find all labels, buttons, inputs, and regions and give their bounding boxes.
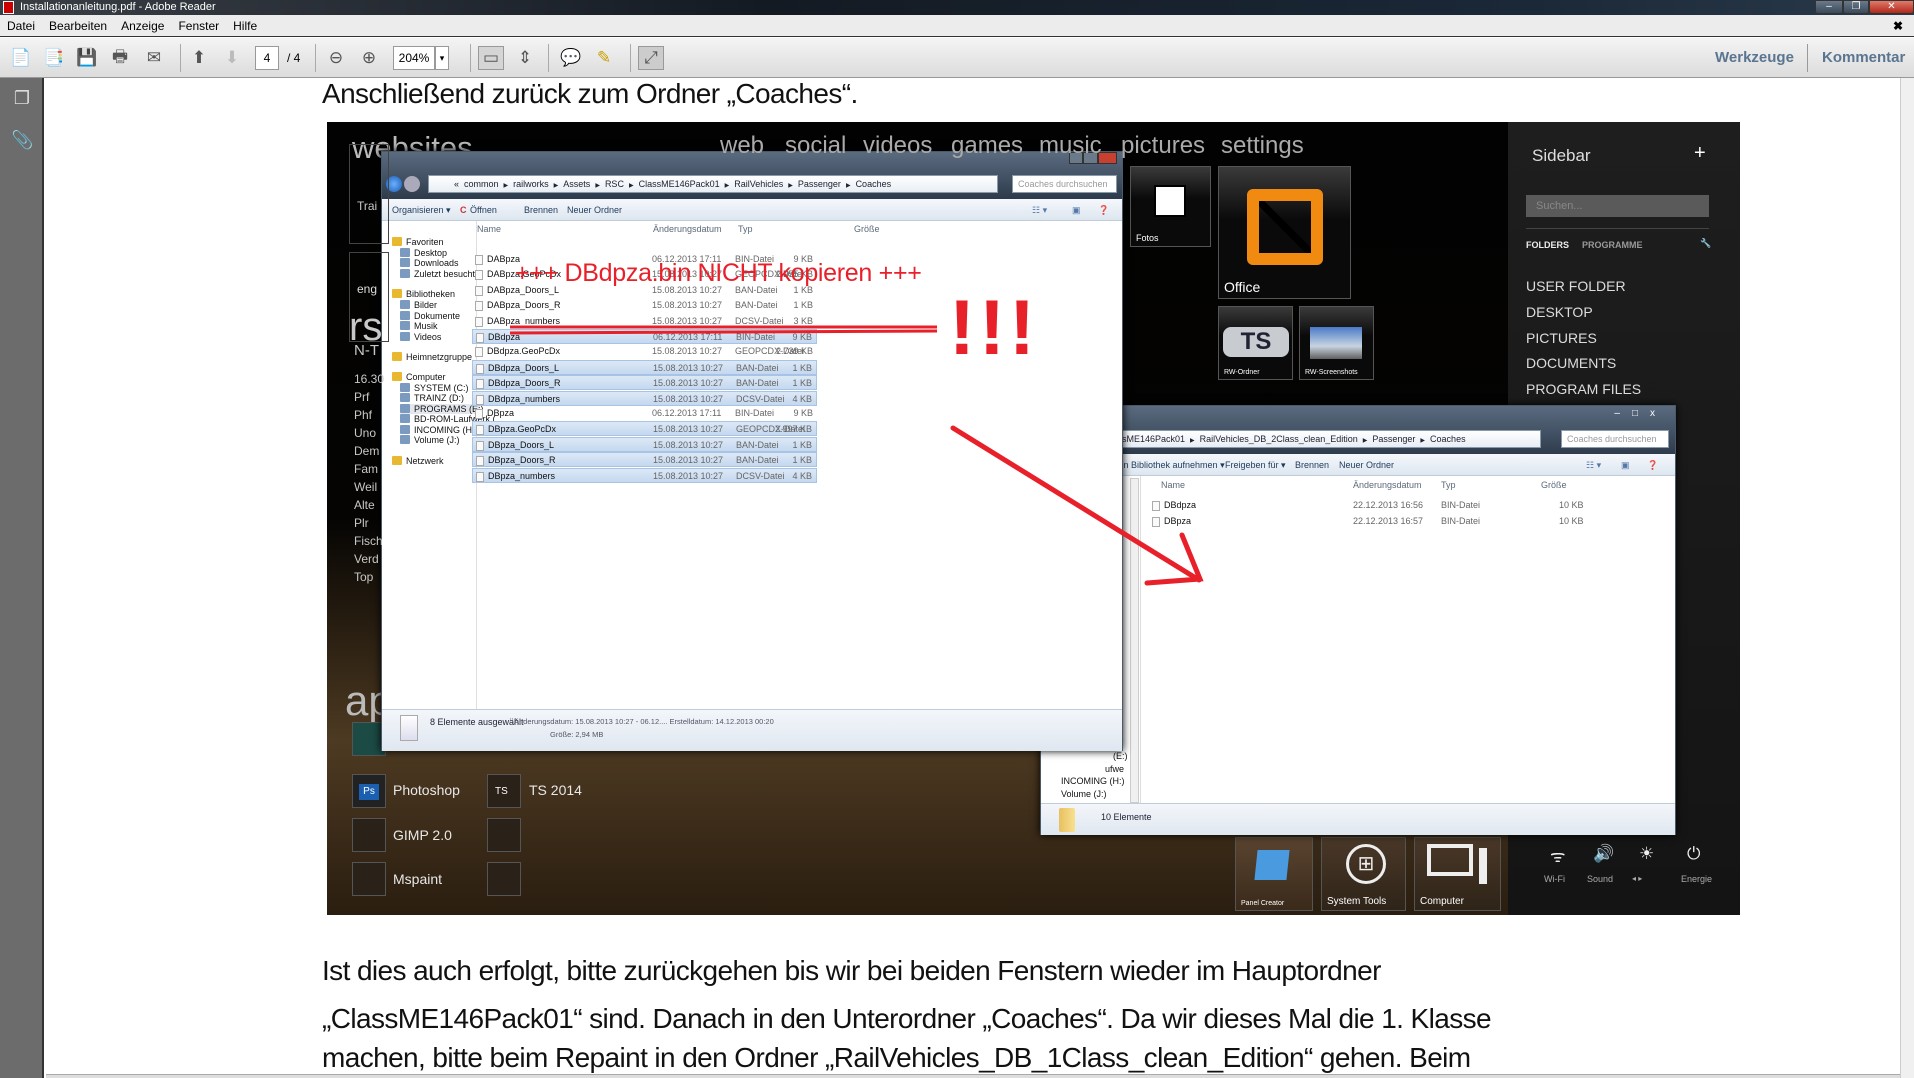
- tools-button[interactable]: Werkzeuge: [1715, 49, 1794, 66]
- system-label: Energie: [1681, 874, 1713, 884]
- metro-text-fragment: Verd: [354, 552, 379, 566]
- power-icon[interactable]: ⏻: [1687, 844, 1700, 864]
- brightness-arrows[interactable]: ◂ ▸: [1632, 874, 1642, 883]
- divider: [180, 44, 181, 72]
- sound-icon[interactable]: 🔊: [1593, 844, 1614, 864]
- comment-bubble-icon[interactable]: 💬: [558, 46, 584, 70]
- metro-tab-pictures[interactable]: pictures: [1121, 132, 1205, 160]
- menu-bearbeiten[interactable]: Bearbeiten: [49, 19, 107, 33]
- metro-text-fragment: Fam: [354, 462, 378, 476]
- metro-tab-settings[interactable]: settings: [1221, 132, 1304, 160]
- system-label: Wi-Fi: [1544, 874, 1565, 884]
- next-page-icon[interactable]: ⬇: [219, 46, 245, 70]
- metro-text-fragment: Uno: [354, 426, 377, 440]
- metro-text-fragment: Weil: [354, 480, 378, 494]
- toolbar: 📄 📑 💾 🖶 ✉ ⬆ ⬇ 4 / 4 ⊖ ⊕ 204% ▾ ▭ ⇕ 💬 ✎ ⤢…: [0, 38, 1914, 78]
- navigation-panel: ❐ 📎: [0, 78, 44, 1078]
- previous-page-icon[interactable]: ⬆: [186, 46, 212, 70]
- system-label: Sound: [1587, 874, 1614, 884]
- highlight-text-icon[interactable]: ✎: [591, 46, 617, 70]
- menu-anzeige[interactable]: Anzeige: [121, 19, 164, 33]
- paragraph-line: „ClassME146Pack01“ sind. Danach in den U…: [322, 1003, 1492, 1034]
- maximize-button[interactable]: ❐: [1843, 0, 1869, 14]
- paragraph-line: machen, bitte beim Repaint in den Ordner…: [322, 1042, 1471, 1073]
- metro-text-fragment: Top: [354, 570, 374, 584]
- wifi-icon[interactable]: ᯤ: [1550, 844, 1566, 867]
- divider: [630, 44, 631, 72]
- strike-through-line: [509, 325, 938, 335]
- save-icon[interactable]: 💾: [74, 46, 100, 70]
- menu-bar: Datei Bearbeiten Anzeige Fenster Hilfe ✖: [0, 15, 1914, 37]
- sidebar-item-user-folder[interactable]: USER FOLDER: [1526, 278, 1626, 294]
- close-button[interactable]: ✕: [1869, 0, 1914, 14]
- title-bar: Installationanleitung.pdf - Adobe Reader…: [0, 0, 1914, 15]
- divider: [548, 44, 549, 72]
- metro-tab-social[interactable]: social: [785, 132, 846, 160]
- vertical-scrollbar[interactable]: [1900, 78, 1914, 1078]
- print-icon[interactable]: 🖶: [107, 46, 133, 70]
- divider: [470, 44, 471, 72]
- fit-page-icon[interactable]: ▭: [478, 46, 504, 70]
- page-number-input[interactable]: 4: [255, 46, 279, 70]
- paragraph-line: Ist dies auch erfolgt, bitte zurückgehen…: [322, 955, 1381, 986]
- fullscreen-icon[interactable]: ⤢: [638, 46, 664, 70]
- menu-fenster[interactable]: Fenster: [178, 19, 219, 33]
- sidebar-item-documents[interactable]: DOCUMENTS: [1526, 355, 1616, 371]
- metro-text-fragment: 16.30: [354, 372, 385, 386]
- metro-tile-fragment: [349, 252, 389, 342]
- metro-text-fragment: N-T: [354, 342, 379, 359]
- close-document-icon[interactable]: ✖: [1893, 15, 1903, 37]
- page-total: / 4: [287, 51, 301, 65]
- metro-text-fragment: Alte: [354, 498, 375, 512]
- sidebar-item-desktop[interactable]: DESKTOP: [1526, 304, 1593, 320]
- metro-text-fragment: Prf: [354, 390, 370, 404]
- document-heading: Anschließend zurück zum Ordner „Coaches“…: [322, 78, 858, 109]
- menu-datei[interactable]: Datei: [7, 19, 35, 33]
- zoom-out-icon[interactable]: ⊖: [323, 46, 349, 70]
- menu-hilfe[interactable]: Hilfe: [233, 19, 257, 33]
- metro-text-fragment: Phf: [354, 408, 373, 422]
- zoom-dropdown-icon[interactable]: ▾: [435, 46, 449, 70]
- metro-tile-fragment: [349, 144, 389, 244]
- sidebar-item-program-files[interactable]: PROGRAM FILES: [1526, 381, 1641, 397]
- zoom-input[interactable]: 204%: [393, 46, 435, 70]
- email-icon[interactable]: ✉: [141, 46, 167, 70]
- metro-text-fragment: Dem: [354, 444, 380, 458]
- metro-tab-music[interactable]: music: [1039, 132, 1102, 160]
- horizontal-scrollbar[interactable]: [46, 1074, 1900, 1078]
- zoom-in-icon[interactable]: ⊕: [356, 46, 382, 70]
- window-title: Installationanleitung.pdf - Adobe Reader: [20, 1, 216, 13]
- adobe-pdf-icon: [3, 1, 14, 14]
- metro-tab-games[interactable]: games: [951, 132, 1023, 160]
- pages-icon[interactable]: ❐: [11, 88, 33, 110]
- fit-width-icon[interactable]: ⇕: [512, 46, 538, 70]
- divider: [1807, 44, 1808, 72]
- metro-tab-web[interactable]: web: [720, 132, 764, 160]
- divider: [315, 44, 316, 72]
- export-pdf-icon[interactable]: 📑: [41, 46, 67, 70]
- metro-text-fragment: Fisch: [354, 534, 383, 548]
- embedded-screenshot: websites ap Ps Photoshop TS TS 2014 GIMP…: [327, 122, 1740, 915]
- sidebar-item-pictures[interactable]: PICTURES: [1526, 330, 1597, 346]
- annotation-overlay: [509, 325, 1204, 586]
- red-arrow: [950, 425, 1204, 586]
- metro-tab-videos[interactable]: videos: [863, 132, 932, 160]
- brightness-icon[interactable]: ☀: [1639, 844, 1654, 864]
- create-pdf-icon[interactable]: 📄: [8, 46, 34, 70]
- metro-text-fragment: Plr: [354, 516, 369, 530]
- minimize-button[interactable]: –: [1815, 0, 1843, 14]
- attachments-icon[interactable]: 📎: [11, 130, 33, 152]
- comment-button[interactable]: Kommentar: [1822, 49, 1905, 66]
